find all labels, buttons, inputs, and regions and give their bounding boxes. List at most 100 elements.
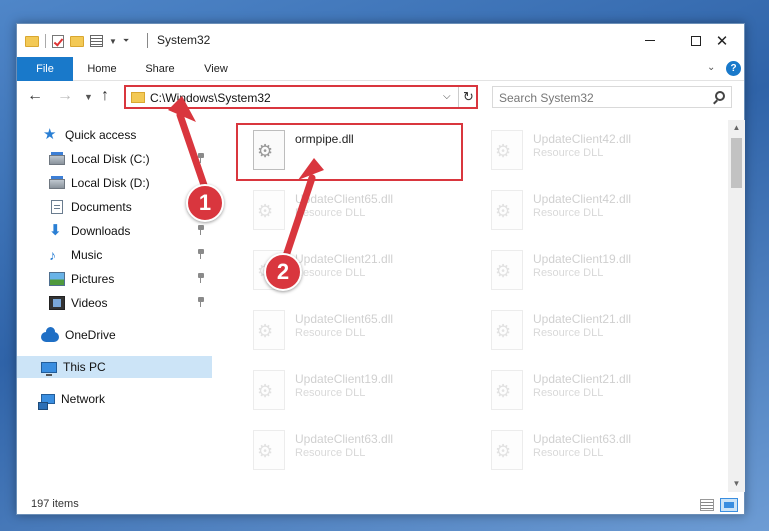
sidebar-item-documents[interactable]: Documents: [17, 196, 212, 218]
pin-icon: [197, 153, 205, 163]
search-icon[interactable]: [715, 91, 725, 101]
dll-file-icon: [491, 370, 523, 410]
refresh-icon[interactable]: ↻: [458, 87, 478, 107]
sidebar-item-label: Local Disk (D:): [71, 176, 150, 190]
folder-icon: [131, 92, 145, 103]
chevron-down-icon[interactable]: ▼: [109, 37, 117, 46]
step-2-callout: 2: [264, 253, 302, 291]
tab-file[interactable]: File: [17, 57, 73, 81]
videos-icon: [49, 296, 65, 310]
title-bar: ▼ ⏷ System32 ✕: [17, 24, 744, 57]
large-icons-view-icon[interactable]: [720, 498, 738, 512]
properties-check-icon[interactable]: [52, 34, 64, 48]
file-description: Resource DLL: [533, 387, 604, 399]
address-bar[interactable]: C:\Windows\System32 ⌵ ↻: [124, 85, 478, 109]
recent-locations-icon[interactable]: ▼: [84, 92, 93, 102]
dll-file-icon: [253, 190, 285, 230]
file-item[interactable]: UpdateClient21.dll Resource DLL: [477, 304, 703, 360]
scroll-down-icon[interactable]: ▼: [728, 476, 745, 492]
minimize-icon: [645, 40, 655, 41]
status-bar: 197 items: [17, 494, 744, 516]
sidebar-item-network[interactable]: Network: [17, 388, 212, 410]
step-1-callout: 1: [186, 184, 224, 222]
sidebar-item-pictures[interactable]: Pictures: [17, 268, 212, 290]
file-item[interactable]: UpdateClient63.dll Resource DLL: [239, 424, 465, 480]
file-item[interactable]: UpdateClient63.dll Resource DLL: [477, 424, 703, 480]
documents-icon: [51, 200, 63, 214]
dll-file-icon: [253, 370, 285, 410]
properties-icon[interactable]: [90, 35, 103, 47]
item-count: 197 items: [31, 498, 79, 510]
drive-icon: [49, 176, 65, 189]
sidebar-item-label: Downloads: [71, 224, 131, 238]
network-icon: [38, 394, 55, 410]
pin-icon: [197, 249, 205, 259]
sidebar-item-label: This PC: [63, 360, 106, 374]
expand-ribbon-icon[interactable]: ⌄: [707, 62, 715, 73]
sidebar-item-videos[interactable]: Videos: [17, 292, 212, 314]
forward-arrow-icon[interactable]: →: [57, 87, 73, 105]
downloads-icon: ⬇: [49, 222, 62, 239]
sidebar-item-downloads[interactable]: ⬇ Downloads: [17, 220, 212, 242]
help-icon[interactable]: ?: [726, 61, 741, 76]
chevron-down-icon[interactable]: ⌵: [443, 91, 451, 102]
sidebar-item-music[interactable]: ♪ Music: [17, 244, 212, 266]
file-description: Resource DLL: [533, 267, 604, 279]
file-name: UpdateClient63.dll: [295, 432, 394, 446]
sidebar-item-quick-access[interactable]: ★ Quick access: [17, 124, 212, 146]
customize-toolbar-icon[interactable]: ⏷: [123, 36, 129, 46]
sidebar-item-label: OneDrive: [65, 328, 116, 342]
sidebar-item-onedrive[interactable]: OneDrive: [17, 324, 212, 346]
explorer-window: ▼ ⏷ System32 ✕ File Home Share View ⌄ ? …: [16, 23, 745, 515]
tab-home[interactable]: Home: [75, 57, 129, 81]
dll-file-icon: [491, 430, 523, 470]
new-folder-icon[interactable]: [70, 35, 84, 47]
onedrive-icon: [41, 326, 59, 342]
scroll-up-icon[interactable]: ▲: [728, 120, 745, 136]
sidebar-item-local-disk-c[interactable]: Local Disk (C:): [17, 148, 212, 170]
pictures-icon: [49, 272, 65, 286]
file-description: Resource DLL: [295, 207, 366, 219]
file-description: Resource DLL: [295, 327, 366, 339]
file-item[interactable]: UpdateClient65.dll Resource DLL: [239, 304, 465, 360]
file-description: Resource DLL: [533, 327, 604, 339]
file-description: Resource DLL: [533, 147, 604, 159]
pin-icon: [197, 273, 205, 283]
file-item[interactable]: UpdateClient65.dll Resource DLL: [239, 184, 465, 240]
file-description: Resource DLL: [533, 447, 604, 459]
quick-access-toolbar: ▼ ⏷: [25, 32, 129, 50]
details-view-icon[interactable]: [700, 499, 714, 511]
file-item[interactable]: UpdateClient19.dll Resource DLL: [477, 244, 703, 300]
sidebar-item-this-pc[interactable]: This PC: [17, 356, 212, 378]
file-highlight-box: [236, 123, 463, 181]
sidebar-item-label: Pictures: [71, 272, 115, 286]
this-pc-icon: [41, 361, 57, 376]
file-item[interactable]: UpdateClient42.dll Resource DLL: [477, 124, 703, 180]
tab-share[interactable]: Share: [133, 57, 187, 81]
file-item[interactable]: UpdateClient21.dll Resource DLL: [477, 364, 703, 420]
search-input[interactable]: Search System32: [492, 86, 732, 108]
address-path[interactable]: C:\Windows\System32: [150, 91, 271, 105]
close-icon: ✕: [715, 32, 729, 50]
star-icon: ★: [43, 126, 57, 143]
minimize-button[interactable]: [627, 24, 673, 57]
sidebar-item-label: Local Disk (C:): [71, 152, 150, 166]
file-item[interactable]: UpdateClient19.dll Resource DLL: [239, 364, 465, 420]
file-name: UpdateClient19.dll: [533, 252, 632, 266]
dll-file-icon: [253, 430, 285, 470]
sidebar-item-local-disk-d[interactable]: Local Disk (D:): [17, 172, 212, 194]
scroll-thumb[interactable]: [731, 138, 742, 188]
sidebar-item-label: Videos: [71, 296, 108, 310]
back-arrow-icon[interactable]: ←: [27, 87, 43, 105]
sidebar-item-label: Music: [71, 248, 103, 262]
navigation-bar: ← → ▼ ↑ C:\Windows\System32 ⌵ ↻ Search S…: [17, 84, 744, 112]
file-description: Resource DLL: [533, 207, 604, 219]
tab-view[interactable]: View: [189, 57, 243, 81]
file-name: UpdateClient42.dll: [533, 192, 632, 206]
file-description: Resource DLL: [295, 267, 366, 279]
close-button[interactable]: ✕: [699, 24, 745, 57]
up-arrow-icon[interactable]: ↑: [101, 87, 109, 105]
file-item[interactable]: UpdateClient42.dll Resource DLL: [477, 184, 703, 240]
music-icon: ♪: [49, 247, 56, 263]
vertical-scrollbar[interactable]: ▲ ▼: [728, 120, 745, 492]
